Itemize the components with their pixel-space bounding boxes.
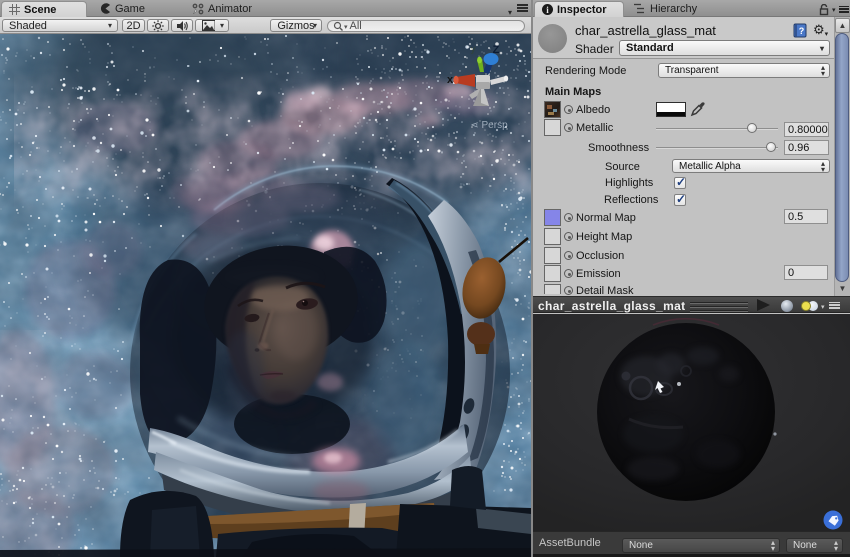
svg-text:y: y xyxy=(470,44,475,54)
svg-text:Z: Z xyxy=(493,44,500,56)
svg-text:⋖ Persp: ⋖ Persp xyxy=(470,120,508,131)
svg-text:?: ? xyxy=(799,26,805,36)
svg-text:x: x xyxy=(447,74,454,86)
